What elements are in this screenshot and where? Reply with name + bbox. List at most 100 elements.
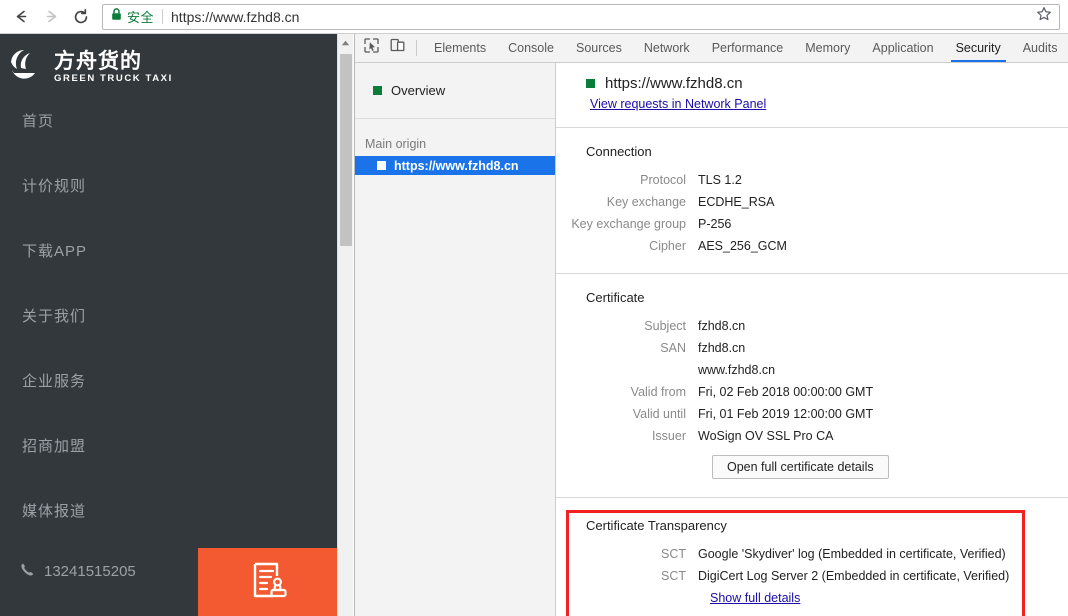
sidebar-group-main-origin: Main origin [355, 119, 555, 156]
connection-row: Key exchange group P-256 [556, 213, 1068, 235]
arrow-left-icon [13, 8, 30, 25]
show-full-details-link[interactable]: Show full details [710, 591, 800, 605]
security-main-panel: https://www.fzhd8.cn View requests in Ne… [556, 63, 1068, 616]
certificate-transparency-section: Certificate Transparency SCT Google 'Sky… [556, 504, 1068, 607]
phone-icon [20, 562, 35, 581]
sidebar-item-label: 媒体报道 [22, 500, 86, 521]
tab-network[interactable]: Network [633, 34, 701, 62]
device-toolbar-button[interactable] [384, 34, 410, 62]
origin-title: https://www.fzhd8.cn [605, 75, 743, 92]
tab-security[interactable]: Security [945, 34, 1012, 62]
connection-section: Connection Protocol TLS 1.2 Key exchange… [556, 128, 1068, 257]
lock-icon [111, 8, 122, 26]
omnibox-divider [162, 9, 163, 24]
row-value: AES_256_GCM [698, 235, 787, 257]
reload-icon [72, 8, 90, 26]
forward-button[interactable] [36, 2, 66, 32]
tab-memory[interactable]: Memory [794, 34, 861, 62]
inspect-element-icon [364, 38, 379, 58]
row-key: Cipher [556, 235, 698, 257]
connection-title: Connection [556, 144, 1068, 159]
devtools-tabbar: Elements Console Sources Network Perform… [355, 34, 1068, 63]
row-value: ECDHE_RSA [698, 191, 774, 213]
tab-label: Security [956, 41, 1001, 55]
certificate-row: Subject fzhd8.cn [556, 315, 1068, 337]
bookmark-button[interactable] [1031, 5, 1057, 29]
tab-label: Network [644, 41, 690, 55]
browser-toolbar: 安全 https://www.fzhd8.cn [0, 0, 1068, 34]
white-square-icon [377, 161, 386, 170]
tab-label: Elements [434, 41, 486, 55]
site-logo[interactable]: 方舟货的 GREEN TRUCK TAXI [0, 34, 337, 86]
inspect-element-button[interactable] [358, 34, 384, 62]
sidebar-item-pricing[interactable]: 计价规则 [0, 153, 337, 218]
sidebar-item-about-us[interactable]: 关于我们 [0, 283, 337, 348]
row-value: fzhd8.cn [698, 315, 745, 337]
certificate-row: Issuer WoSign OV SSL Pro CA [556, 425, 1068, 447]
certificate-section: Certificate Subject fzhd8.cn SAN fzhd8.c… [556, 274, 1068, 479]
section-divider [556, 497, 1068, 498]
sidebar-item-label: 首页 [22, 110, 54, 131]
sidebar-item-enterprise-service[interactable]: 企业服务 [0, 348, 337, 413]
sidebar-item-download-app[interactable]: 下载APP [0, 218, 337, 283]
security-indicator[interactable]: 安全 [111, 7, 154, 26]
certificate-transparency-title: Certificate Transparency [556, 518, 1068, 533]
row-value: DigiCert Log Server 2 (Embedded in certi… [698, 565, 1009, 587]
tab-label: Console [508, 41, 554, 55]
certificate-row: SAN fzhd8.cn [556, 337, 1068, 359]
row-key: SAN [556, 337, 698, 359]
page-scrollbar[interactable] [337, 34, 353, 616]
connection-row: Key exchange ECDHE_RSA [556, 191, 1068, 213]
tab-elements[interactable]: Elements [423, 34, 497, 62]
row-value: WoSign OV SSL Pro CA [698, 425, 833, 447]
phone-number: 13241515205 [44, 563, 136, 580]
url-text[interactable]: https://www.fzhd8.cn [171, 9, 1031, 25]
tab-application[interactable]: Application [861, 34, 944, 62]
sidebar-item-origin[interactable]: https://www.fzhd8.cn [355, 156, 555, 175]
scrollbar-thumb[interactable] [340, 54, 352, 246]
row-value: Fri, 02 Feb 2018 00:00:00 GMT [698, 381, 873, 403]
row-value: www.fzhd8.cn [698, 359, 775, 381]
sidebar-item-label: https://www.fzhd8.cn [394, 159, 519, 173]
tab-label: Sources [576, 41, 622, 55]
secure-label: 安全 [127, 7, 154, 26]
sidebar-item-franchise[interactable]: 招商加盟 [0, 413, 337, 478]
connection-row: Protocol TLS 1.2 [556, 169, 1068, 191]
tab-audits[interactable]: Audits [1012, 34, 1068, 62]
certificate-title: Certificate [556, 290, 1068, 305]
site-sidebar-nav: 方舟货的 GREEN TRUCK TAXI 首页 计价规则 下载APP 关于我们… [0, 34, 337, 616]
devtools-panel: Elements Console Sources Network Perform… [354, 34, 1068, 616]
row-value: P-256 [698, 213, 731, 235]
devtools-body: Overview Main origin https://www.fzhd8.c… [355, 63, 1068, 616]
row-key: Key exchange [556, 191, 698, 213]
toolbar-divider [416, 40, 417, 56]
row-key: SCT [556, 565, 698, 587]
tab-label: Application [872, 41, 933, 55]
certificate-row: www.fzhd8.cn [556, 359, 1068, 381]
open-certificate-details-button[interactable]: Open full certificate details [712, 455, 889, 479]
reload-button[interactable] [66, 2, 96, 32]
sct-row: SCT Google 'Skydiver' log (Embedded in c… [556, 543, 1068, 565]
row-key: Protocol [556, 169, 698, 191]
star-icon [1036, 6, 1052, 27]
sailboat-logo-icon [8, 46, 48, 89]
address-bar[interactable]: 安全 https://www.fzhd8.cn [102, 4, 1060, 30]
back-button[interactable] [6, 2, 36, 32]
promo-card-online-contract[interactable]: 在线签约 [198, 548, 337, 616]
sidebar-item-media-coverage[interactable]: 媒体报道 [0, 478, 337, 543]
site-logo-text: 方舟货的 GREEN TRUCK TAXI [54, 51, 173, 84]
sct-row: SCT DigiCert Log Server 2 (Embedded in c… [556, 565, 1068, 587]
sidebar-item-label: 下载APP [22, 240, 87, 261]
sidebar-item-overview[interactable]: Overview [355, 63, 555, 119]
certificate-row: Valid from Fri, 02 Feb 2018 00:00:00 GMT [556, 381, 1068, 403]
tab-console[interactable]: Console [497, 34, 565, 62]
row-key [556, 359, 698, 381]
sidebar-item-home[interactable]: 首页 [0, 88, 337, 153]
tab-label: Memory [805, 41, 850, 55]
row-key: Key exchange group [556, 213, 698, 235]
row-key: Valid until [556, 403, 698, 425]
scroll-up-arrow-icon[interactable] [338, 34, 353, 51]
view-requests-link[interactable]: View requests in Network Panel [590, 97, 766, 111]
tab-sources[interactable]: Sources [565, 34, 633, 62]
tab-performance[interactable]: Performance [701, 34, 795, 62]
